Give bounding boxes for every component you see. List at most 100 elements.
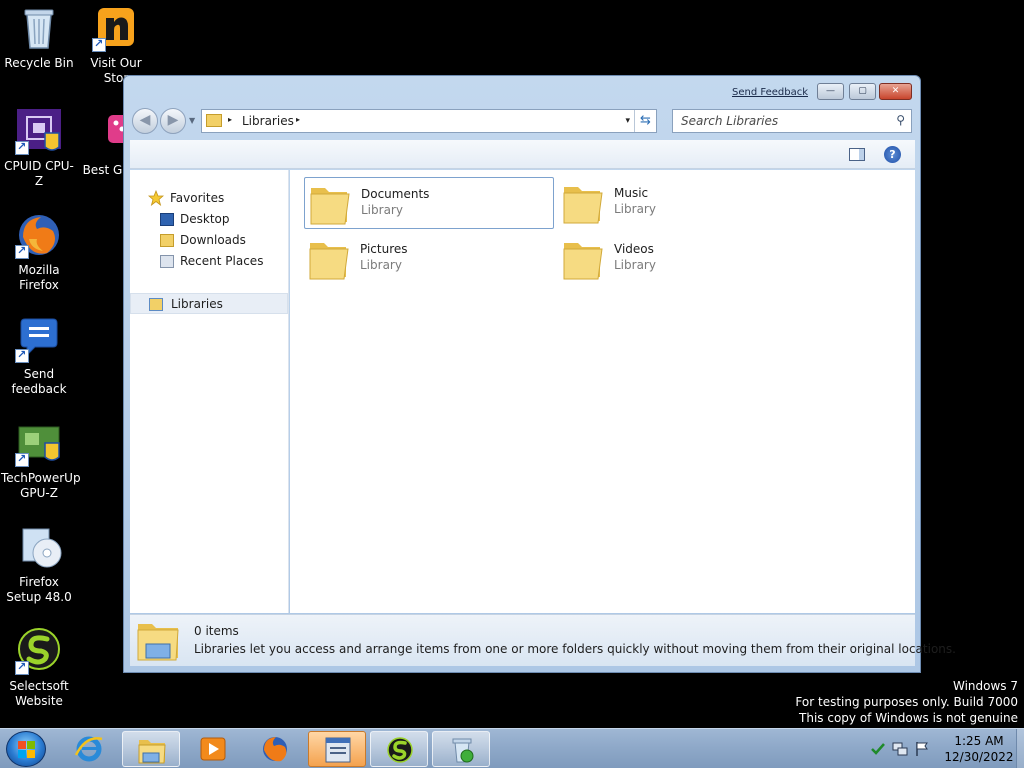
item-count: 0 items bbox=[194, 624, 239, 638]
nav-downloads[interactable]: Downloads bbox=[130, 230, 288, 251]
nav-label: Desktop bbox=[180, 212, 230, 226]
close-button[interactable]: ✕ bbox=[879, 83, 912, 100]
library-type: Library bbox=[614, 202, 656, 216]
shortcut-arrow-icon bbox=[15, 451, 29, 467]
desktop-icon-recycle-bin[interactable]: Recycle Bin bbox=[1, 4, 77, 71]
library-type: Library bbox=[360, 258, 402, 272]
recent-pages-dropdown[interactable]: ▼ bbox=[189, 116, 195, 125]
breadcrumb-chevron-icon[interactable]: ▸ bbox=[296, 115, 300, 124]
send-feedback-link[interactable]: Send Feedback bbox=[732, 87, 808, 98]
minimize-button[interactable]: — bbox=[817, 83, 844, 100]
forward-button[interactable]: ▶ bbox=[160, 108, 186, 134]
search-input[interactable]: Search Libraries ⚲ bbox=[672, 109, 912, 133]
address-bar[interactable]: ▸ Libraries ▸ ▾ ⇆ bbox=[201, 109, 657, 133]
speech-bubble-icon bbox=[15, 315, 63, 363]
window-titlebar[interactable]: Send Feedback — ▢ ✕ bbox=[124, 76, 920, 106]
cpu-z-icon bbox=[15, 107, 63, 155]
clock-time: 1:25 AM bbox=[954, 734, 1004, 748]
windows-logo-icon bbox=[18, 741, 35, 758]
taskbar-internet-explorer[interactable] bbox=[60, 731, 118, 767]
desktop-icon-selectsoft-website[interactable]: Selectsoft Website bbox=[1, 627, 77, 709]
desktop-icon-send-feedback[interactable]: Send feedback bbox=[1, 315, 77, 397]
taskbar-firefox[interactable] bbox=[246, 731, 304, 767]
start-button[interactable] bbox=[6, 731, 46, 767]
search-placeholder: Search Libraries bbox=[681, 114, 779, 128]
library-music[interactable]: Music Library bbox=[558, 177, 808, 229]
store-n-icon bbox=[92, 4, 140, 52]
firefox-icon bbox=[260, 735, 290, 763]
selectsoft-s-icon bbox=[15, 627, 63, 675]
flag-icon[interactable] bbox=[914, 741, 930, 757]
desktop-icon-label: Recycle Bin bbox=[4, 56, 74, 70]
installer-window-icon bbox=[323, 736, 353, 764]
folder-icon bbox=[308, 237, 350, 281]
help-icon[interactable]: ? bbox=[884, 146, 901, 163]
nav-label: Recent Places bbox=[180, 254, 264, 268]
shortcut-arrow-icon bbox=[15, 243, 29, 259]
taskbar-media-player[interactable] bbox=[184, 731, 242, 767]
breadcrumb-chevron-icon[interactable]: ▸ bbox=[228, 115, 232, 124]
folder-icon bbox=[562, 181, 604, 225]
desktop-icon-firefox-setup[interactable]: Firefox Setup 48.0 bbox=[1, 523, 77, 605]
breadcrumb-libraries[interactable]: Libraries bbox=[242, 114, 294, 128]
search-icon[interactable]: ⚲ bbox=[896, 113, 905, 127]
shortcut-arrow-icon bbox=[15, 659, 29, 675]
preview-pane-icon[interactable] bbox=[849, 148, 865, 161]
setup-cd-icon bbox=[15, 523, 63, 571]
shortcut-arrow-icon bbox=[15, 347, 29, 363]
nav-label: Downloads bbox=[180, 233, 246, 247]
show-desktop-button[interactable] bbox=[1016, 729, 1024, 768]
address-dropdown-icon[interactable]: ▾ bbox=[625, 116, 630, 126]
nav-favorites[interactable]: Favorites bbox=[130, 188, 288, 209]
action-center-check-icon[interactable] bbox=[870, 741, 886, 757]
library-pictures[interactable]: Pictures Library bbox=[304, 233, 554, 285]
desktop-icon-label: Selectsoft Website bbox=[9, 679, 69, 708]
recycle-bin-icon bbox=[15, 4, 63, 52]
library-name: Documents bbox=[361, 187, 430, 201]
taskbar: 1:25 AM 12/30/2022 bbox=[0, 728, 1024, 768]
desktop-icon-visit-our-store[interactable]: Visit Our Stor bbox=[78, 4, 154, 86]
nav-label: Libraries bbox=[171, 297, 223, 311]
nav-desktop[interactable]: Desktop bbox=[130, 209, 288, 230]
explorer-window: Send Feedback — ▢ ✕ ◀ ▶ ▼ ▸ Libraries ▸ … bbox=[123, 75, 956, 673]
refresh-button[interactable]: ⇆ bbox=[634, 110, 656, 132]
nav-recent-places[interactable]: Recent Places bbox=[130, 251, 288, 272]
clock-date: 12/30/2022 bbox=[944, 750, 1014, 764]
desktop-icon-techpowerup-gpu-z[interactable]: TechPowerUp GPU-Z bbox=[1, 419, 81, 501]
internet-explorer-icon bbox=[74, 735, 104, 763]
nav-libraries[interactable]: Libraries bbox=[130, 293, 288, 314]
back-button[interactable]: ◀ bbox=[132, 108, 158, 134]
network-icon[interactable] bbox=[892, 741, 908, 757]
downloads-folder-icon bbox=[160, 234, 174, 247]
library-name: Videos bbox=[614, 242, 654, 256]
green-recycle-icon bbox=[447, 736, 477, 764]
command-toolbar: ? bbox=[130, 140, 915, 169]
library-videos[interactable]: Videos Library bbox=[558, 233, 808, 285]
navigation-bar: ◀ ▶ ▼ ▸ Libraries ▸ ▾ ⇆ Search Libraries… bbox=[124, 106, 920, 138]
maximize-button[interactable]: ▢ bbox=[849, 83, 876, 100]
nav-label: Favorites bbox=[170, 191, 225, 205]
gpu-z-icon bbox=[15, 419, 63, 467]
selectsoft-s-icon bbox=[385, 736, 415, 764]
desktop-icon-cpuid-cpu-z[interactable]: CPUID CPU-Z bbox=[1, 107, 77, 189]
desktop-monitor-icon bbox=[160, 213, 174, 226]
desktop-icon-label: TechPowerUp GPU-Z bbox=[1, 471, 81, 500]
taskbar-windows-explorer[interactable] bbox=[122, 731, 180, 767]
taskbar-recycle-app[interactable] bbox=[432, 731, 490, 767]
media-player-icon bbox=[198, 735, 228, 763]
library-documents[interactable]: Documents Library bbox=[304, 177, 554, 229]
recent-places-icon bbox=[160, 255, 174, 268]
desktop-icon-label: Mozilla Firefox bbox=[18, 263, 60, 292]
desktop-icon-label: Firefox Setup 48.0 bbox=[6, 575, 72, 604]
desktop-icon-mozilla-firefox[interactable]: Mozilla Firefox bbox=[1, 211, 77, 293]
taskbar-installer-window[interactable] bbox=[308, 731, 366, 767]
folder-icon bbox=[309, 182, 351, 226]
taskbar-selectsoft[interactable] bbox=[370, 731, 428, 767]
libraries-icon bbox=[149, 298, 163, 311]
firefox-icon bbox=[15, 211, 63, 259]
clock[interactable]: 1:25 AM 12/30/2022 bbox=[944, 733, 1014, 765]
windows-watermark: Windows 7 For testing purposes only. Bui… bbox=[795, 678, 1018, 726]
libraries-large-icon bbox=[136, 620, 180, 662]
shortcut-arrow-icon bbox=[15, 139, 29, 155]
watermark-line: Windows 7 bbox=[952, 679, 1018, 693]
